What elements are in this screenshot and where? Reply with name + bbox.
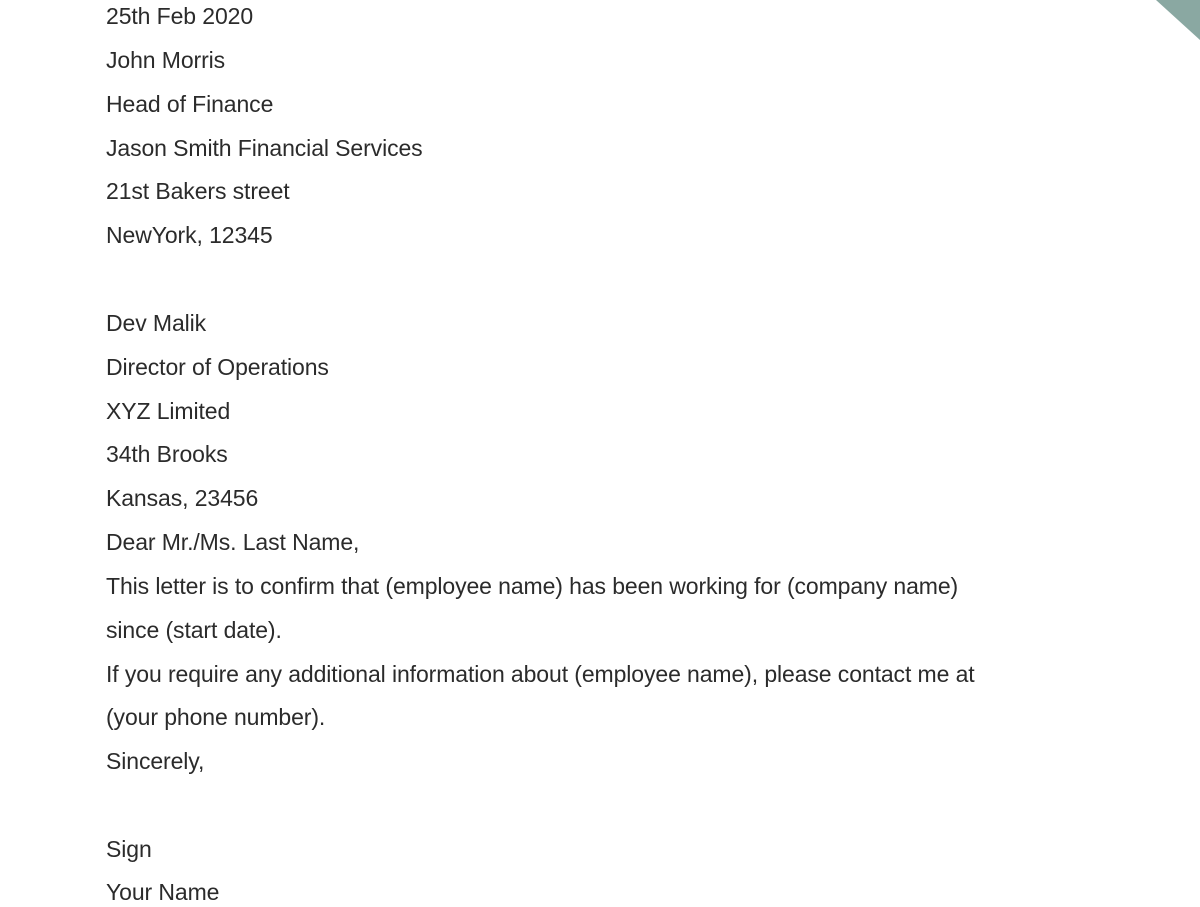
body-line: since (start date). — [106, 617, 282, 643]
corner-decoration — [1156, 0, 1200, 40]
recipient-street: 34th Brooks — [106, 441, 228, 467]
body-line: (your phone number). — [106, 704, 326, 730]
sender-company: Jason Smith Financial Services — [106, 135, 423, 161]
recipient-title: Director of Operations — [106, 354, 329, 380]
body-line: This letter is to confirm that (employee… — [106, 573, 959, 599]
recipient-city: Kansas, 23456 — [106, 485, 259, 511]
closing: Sincerely, — [106, 748, 205, 774]
salutation: Dear Mr./Ms. Last Name, — [106, 529, 360, 555]
sender-street: 21st Bakers street — [106, 178, 290, 204]
sender-city: NewYork, 12345 — [106, 222, 273, 248]
recipient-name: Dev Malik — [106, 310, 207, 336]
signer-name: Your Name — [106, 879, 220, 905]
sender-name: John Morris — [106, 47, 226, 73]
recipient-company: XYZ Limited — [106, 398, 231, 424]
signature: Sign — [106, 836, 152, 862]
letter-date: 25th Feb 2020 — [106, 3, 254, 29]
sender-title: Head of Finance — [106, 91, 274, 117]
body-line: If you require any additional informatio… — [106, 661, 975, 687]
